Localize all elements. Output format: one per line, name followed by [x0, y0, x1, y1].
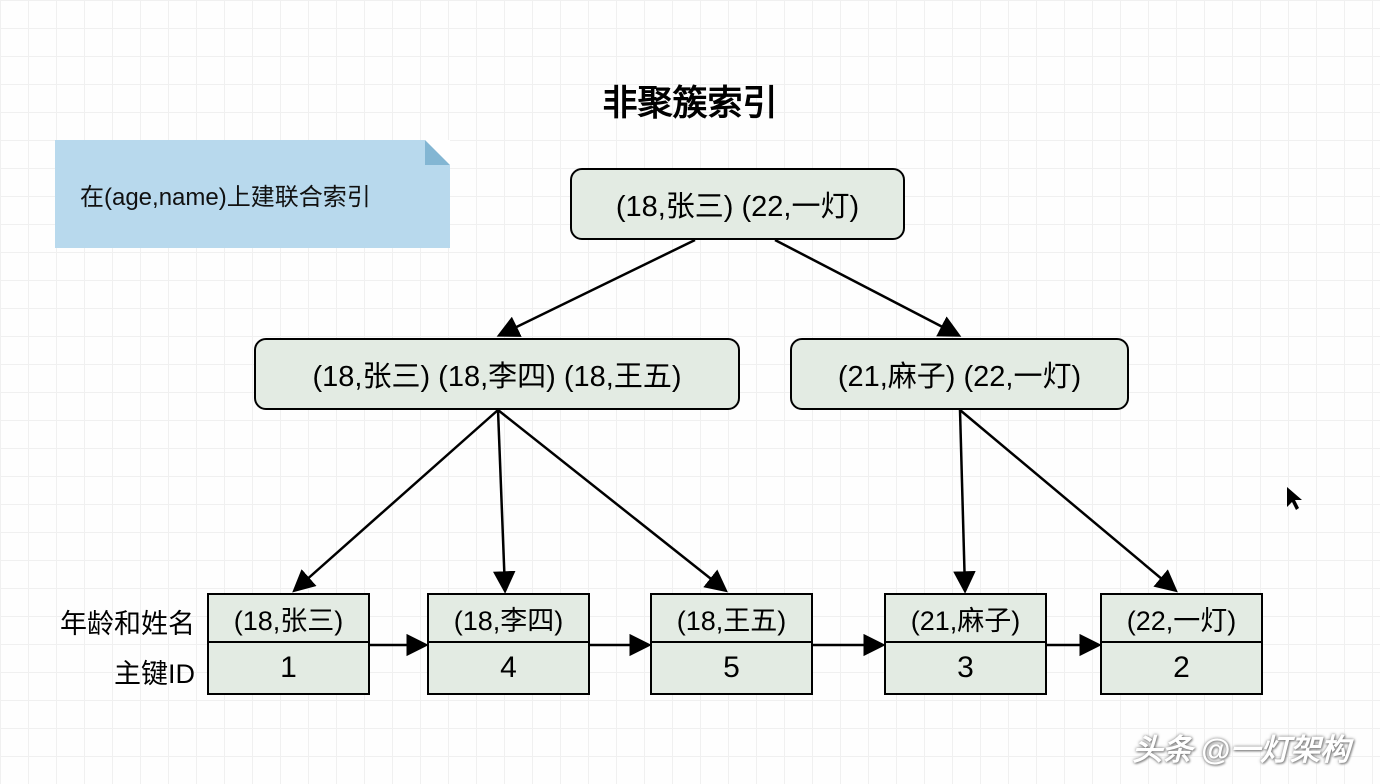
diagram-title: 非聚簇索引: [602, 75, 777, 126]
leaf-node: (18,张三) 1: [207, 593, 370, 695]
row-label-top: 年龄和姓名: [20, 602, 195, 641]
cursor-icon: [1285, 485, 1305, 518]
leaf-key: (18,李四): [429, 595, 588, 643]
note-box: 在(age,name)上建联合索引: [55, 140, 450, 248]
note-text: 在(age,name)上建联合索引: [80, 177, 371, 212]
leaf-id: 1: [209, 643, 368, 693]
leaf-node: (21,麻子) 3: [884, 593, 1047, 695]
leaf-key: (18,王五): [652, 595, 811, 643]
leaf-key: (22,一灯): [1102, 595, 1261, 643]
leaf-id: 5: [652, 643, 811, 693]
leaf-id: 2: [1102, 643, 1261, 693]
leaf-key: (21,麻子): [886, 595, 1045, 643]
leaf-id: 3: [886, 643, 1045, 693]
leaf-node: (18,李四) 4: [427, 593, 590, 695]
leaf-node: (18,王五) 5: [650, 593, 813, 695]
leaf-id: 4: [429, 643, 588, 693]
note-fold-icon: [425, 140, 450, 165]
leaf-node: (22,一灯) 2: [1100, 593, 1263, 695]
row-label-bot: 主键ID: [20, 652, 195, 691]
tree-mid-right-node: (21,麻子) (22,一灯): [790, 338, 1129, 410]
tree-root-node: (18,张三) (22,一灯): [570, 168, 905, 240]
watermark-text: 头条 @一灯架构: [1132, 725, 1350, 769]
leaf-key: (18,张三): [209, 595, 368, 643]
tree-mid-left-node: (18,张三) (18,李四) (18,王五): [254, 338, 740, 410]
